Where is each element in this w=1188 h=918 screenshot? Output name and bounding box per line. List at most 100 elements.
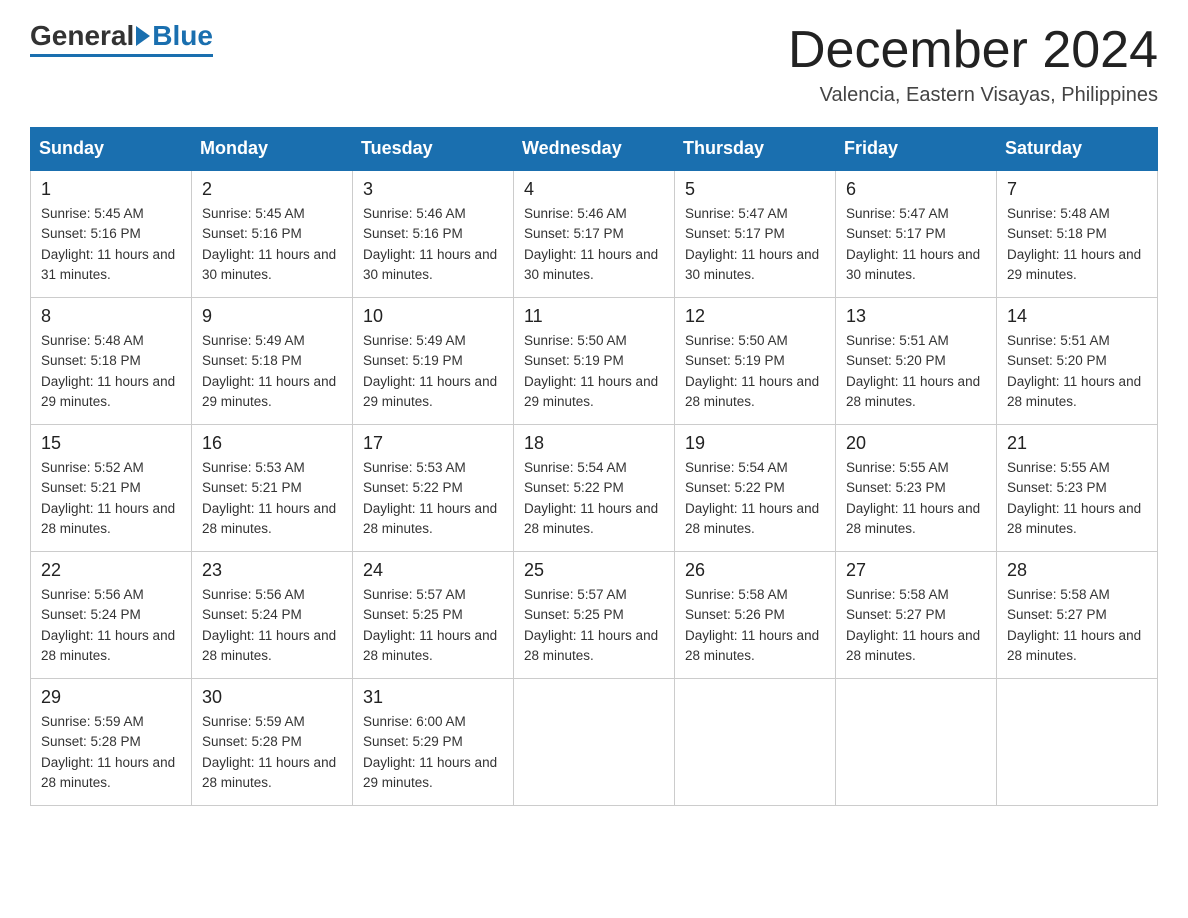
calendar-cell: 7Sunrise: 5:48 AMSunset: 5:18 PMDaylight… [997,170,1158,298]
logo-underline [30,54,213,57]
day-number: 15 [41,433,181,454]
calendar-cell: 2 Sunrise: 5:45 AMSunset: 5:16 PMDaylight… [192,170,353,298]
day-number: 6 [846,179,986,200]
day-number: 20 [846,433,986,454]
day-number: 8 [41,306,181,327]
calendar-cell [514,679,675,806]
title-block: December 2024 Valencia, Eastern Visayas,… [788,20,1158,107]
calendar-header-wednesday: Wednesday [514,128,675,171]
day-number: 3 [363,179,503,200]
day-info: Sunrise: 5:58 AMSunset: 5:27 PMDaylight:… [1007,585,1147,666]
day-number: 21 [1007,433,1147,454]
day-number: 14 [1007,306,1147,327]
week-row-5: 29Sunrise: 5:59 AMSunset: 5:28 PMDayligh… [31,679,1158,806]
logo-blue-text: Blue [152,20,213,52]
logo-arrow-icon [136,26,150,46]
day-info: Sunrise: 5:49 AMSunset: 5:19 PMDaylight:… [363,331,503,412]
day-number: 30 [202,687,342,708]
day-info: Sunrise: 5:56 AMSunset: 5:24 PMDaylight:… [41,585,181,666]
calendar-cell: 18 Sunrise: 5:54 AMSunset: 5:22 PMDayligh… [514,425,675,552]
day-number: 31 [363,687,503,708]
day-number: 17 [363,433,503,454]
day-info: Sunrise: 5:54 AMSunset: 5:22 PMDaylight:… [524,458,664,539]
day-info: Sunrise: 5:53 AMSunset: 5:22 PMDaylight:… [363,458,503,539]
day-number: 2 [202,179,342,200]
day-info: Sunrise: 5:59 AMSunset: 5:28 PMDaylight:… [202,712,342,793]
calendar-cell: 19Sunrise: 5:54 AMSunset: 5:22 PMDayligh… [675,425,836,552]
calendar-cell: 30 Sunrise: 5:59 AMSunset: 5:28 PMDayligh… [192,679,353,806]
calendar-cell: 17 Sunrise: 5:53 AMSunset: 5:22 PMDayligh… [353,425,514,552]
page-header: General Blue December 2024 Valencia, Eas… [30,20,1158,107]
calendar-header-thursday: Thursday [675,128,836,171]
calendar-cell: 24 Sunrise: 5:57 AMSunset: 5:25 PMDayligh… [353,552,514,679]
calendar-cell: 16Sunrise: 5:53 AMSunset: 5:21 PMDayligh… [192,425,353,552]
day-number: 19 [685,433,825,454]
calendar-cell: 14 Sunrise: 5:51 AMSunset: 5:20 PMDayligh… [997,298,1158,425]
day-info: Sunrise: 5:48 AMSunset: 5:18 PMDaylight:… [41,331,181,412]
day-number: 5 [685,179,825,200]
calendar-cell: 1 Sunrise: 5:45 AMSunset: 5:16 PMDaylight… [31,170,192,298]
day-info: Sunrise: 5:47 AMSunset: 5:17 PMDaylight:… [685,204,825,285]
calendar-table: SundayMondayTuesdayWednesdayThursdayFrid… [30,127,1158,806]
day-number: 12 [685,306,825,327]
day-info: Sunrise: 5:57 AMSunset: 5:25 PMDaylight:… [363,585,503,666]
day-info: Sunrise: 5:46 AMSunset: 5:16 PMDaylight:… [363,204,503,285]
day-info: Sunrise: 5:48 AMSunset: 5:18 PMDaylight:… [1007,204,1147,285]
calendar-cell: 12 Sunrise: 5:50 AMSunset: 5:19 PMDayligh… [675,298,836,425]
calendar-header-tuesday: Tuesday [353,128,514,171]
day-info: Sunrise: 5:51 AMSunset: 5:20 PMDaylight:… [846,331,986,412]
day-number: 13 [846,306,986,327]
calendar-cell: 25 Sunrise: 5:57 AMSunset: 5:25 PMDayligh… [514,552,675,679]
day-number: 10 [363,306,503,327]
day-number: 16 [202,433,342,454]
calendar-cell: 8 Sunrise: 5:48 AMSunset: 5:18 PMDaylight… [31,298,192,425]
calendar-cell: 26 Sunrise: 5:58 AMSunset: 5:26 PMDayligh… [675,552,836,679]
day-number: 26 [685,560,825,581]
calendar-header-saturday: Saturday [997,128,1158,171]
week-row-4: 22Sunrise: 5:56 AMSunset: 5:24 PMDayligh… [31,552,1158,679]
calendar-cell: 28 Sunrise: 5:58 AMSunset: 5:27 PMDayligh… [997,552,1158,679]
day-info: Sunrise: 5:58 AMSunset: 5:27 PMDaylight:… [846,585,986,666]
calendar-cell: 3 Sunrise: 5:46 AMSunset: 5:16 PMDaylight… [353,170,514,298]
week-row-2: 8 Sunrise: 5:48 AMSunset: 5:18 PMDaylight… [31,298,1158,425]
calendar-cell: 11 Sunrise: 5:50 AMSunset: 5:19 PMDayligh… [514,298,675,425]
day-info: Sunrise: 5:51 AMSunset: 5:20 PMDaylight:… [1007,331,1147,412]
day-number: 1 [41,179,181,200]
day-info: Sunrise: 5:52 AMSunset: 5:21 PMDaylight:… [41,458,181,539]
day-info: Sunrise: 6:00 AMSunset: 5:29 PMDaylight:… [363,712,503,793]
day-info: Sunrise: 5:50 AMSunset: 5:19 PMDaylight:… [524,331,664,412]
calendar-cell: 29Sunrise: 5:59 AMSunset: 5:28 PMDayligh… [31,679,192,806]
calendar-cell: 27Sunrise: 5:58 AMSunset: 5:27 PMDayligh… [836,552,997,679]
day-info: Sunrise: 5:47 AMSunset: 5:17 PMDaylight:… [846,204,986,285]
calendar-cell: 13 Sunrise: 5:51 AMSunset: 5:20 PMDayligh… [836,298,997,425]
calendar-cell [675,679,836,806]
calendar-cell: 10 Sunrise: 5:49 AMSunset: 5:19 PMDayligh… [353,298,514,425]
day-info: Sunrise: 5:55 AMSunset: 5:23 PMDaylight:… [846,458,986,539]
calendar-cell [836,679,997,806]
calendar-cell: 5 Sunrise: 5:47 AMSunset: 5:17 PMDaylight… [675,170,836,298]
week-row-1: 1 Sunrise: 5:45 AMSunset: 5:16 PMDaylight… [31,170,1158,298]
calendar-cell: 6 Sunrise: 5:47 AMSunset: 5:17 PMDaylight… [836,170,997,298]
day-info: Sunrise: 5:58 AMSunset: 5:26 PMDaylight:… [685,585,825,666]
logo-general-text: General [30,20,134,52]
day-info: Sunrise: 5:45 AMSunset: 5:16 PMDaylight:… [41,204,181,285]
day-info: Sunrise: 5:56 AMSunset: 5:24 PMDaylight:… [202,585,342,666]
day-number: 18 [524,433,664,454]
calendar-header-sunday: Sunday [31,128,192,171]
day-number: 25 [524,560,664,581]
day-info: Sunrise: 5:57 AMSunset: 5:25 PMDaylight:… [524,585,664,666]
day-number: 28 [1007,560,1147,581]
day-number: 11 [524,306,664,327]
calendar-cell: 21Sunrise: 5:55 AMSunset: 5:23 PMDayligh… [997,425,1158,552]
calendar-cell: 15 Sunrise: 5:52 AMSunset: 5:21 PMDayligh… [31,425,192,552]
calendar-cell: 23Sunrise: 5:56 AMSunset: 5:24 PMDayligh… [192,552,353,679]
day-number: 24 [363,560,503,581]
calendar-cell: 9Sunrise: 5:49 AMSunset: 5:18 PMDaylight… [192,298,353,425]
day-number: 9 [202,306,342,327]
calendar-cell: 20 Sunrise: 5:55 AMSunset: 5:23 PMDayligh… [836,425,997,552]
logo: General Blue [30,20,213,57]
calendar-cell: 31 Sunrise: 6:00 AMSunset: 5:29 PMDayligh… [353,679,514,806]
day-info: Sunrise: 5:59 AMSunset: 5:28 PMDaylight:… [41,712,181,793]
day-info: Sunrise: 5:50 AMSunset: 5:19 PMDaylight:… [685,331,825,412]
day-info: Sunrise: 5:45 AMSunset: 5:16 PMDaylight:… [202,204,342,285]
